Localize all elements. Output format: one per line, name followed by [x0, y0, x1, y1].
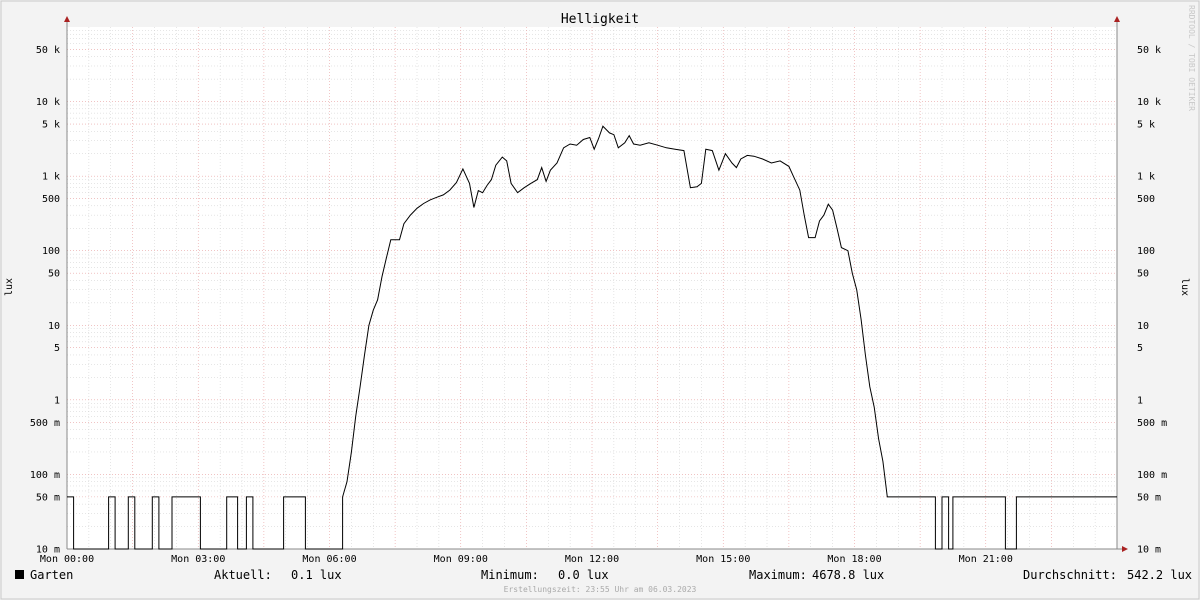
x-tick-label: Mon 15:00 [696, 554, 750, 565]
y-tick-label-left: 500 m [30, 418, 60, 429]
y-tick-label-left: 100 m [30, 470, 60, 481]
y-tick-label-right: 5 [1137, 343, 1143, 354]
y-tick-label-left: 50 m [36, 492, 60, 503]
legend-minimum-value: 0.0 lux [558, 568, 609, 582]
y-tick-label-left: 1 k [42, 172, 60, 183]
y-tick-label-right: 100 m [1137, 470, 1167, 481]
x-tick-label: Mon 21:00 [959, 554, 1013, 565]
y-axis-label-left: lux [4, 278, 15, 296]
watermark: RRDTOOL / TOBI OETIKER [1187, 5, 1196, 111]
y-tick-label-left: 10 [48, 321, 60, 332]
y-tick-label-right: 10 [1137, 321, 1149, 332]
legend-maximum-value: 4678.8 lux [812, 568, 884, 582]
x-tick-label: Mon 09:00 [434, 554, 488, 565]
y-tick-label-left: 1 [54, 395, 60, 406]
chart-title: Helligkeit [561, 12, 639, 27]
legend-aktuell-label: Aktuell: [214, 568, 272, 582]
y-tick-label-right: 5 k [1137, 120, 1155, 131]
y-tick-label-left: 10 k [36, 97, 60, 108]
chart-svg: 10 m 10 m50 m 50 m100 m 100 m500 m 500 m1 15 5… [0, 0, 1200, 600]
y-tick-label-right: 50 [1137, 269, 1149, 280]
y-tick-label-right: 50 m [1137, 492, 1161, 503]
footer-timestamp: Erstellungszeit: 23:55 Uhr am 06.03.2023 [504, 585, 697, 594]
legend-minimum-label: Minimum: [481, 568, 539, 582]
y-tick-label-right: 500 m [1137, 418, 1167, 429]
legend-series-name: Garten [30, 568, 73, 582]
x-axis-arrow [1122, 546, 1128, 552]
x-tick-label: Mon 03:00 [171, 554, 225, 565]
y-tick-label-left: 50 [48, 269, 60, 280]
y-tick-label-right: 100 [1137, 246, 1155, 257]
x-tick-label: Mon 00:00 [40, 554, 94, 565]
legend-maximum-label: Maximum: [749, 568, 807, 582]
y-tick-label-right: 1 [1137, 395, 1143, 406]
y-tick-label-left: 500 [42, 194, 60, 205]
legend: Garten Aktuell: 0.1 lux Minimum: 0.0 lux… [15, 568, 1192, 582]
y-axis-label-right: lux [1179, 278, 1190, 296]
y-tick-label-right: 10 m [1137, 545, 1161, 556]
y-tick-label-left: 50 k [36, 45, 60, 56]
legend-durchschnitt-value: 542.2 lux [1127, 568, 1192, 582]
legend-swatch [15, 570, 24, 579]
y-tick-label-right: 50 k [1137, 45, 1161, 56]
y-tick-label-left: 5 k [42, 120, 60, 131]
x-tick-label: Mon 06:00 [302, 554, 356, 565]
y-axis-arrow-left [64, 16, 70, 22]
chart-root: 10 m 10 m 50 m 50 m 100 m 100 m 500 m 500 m1155… [0, 0, 1200, 600]
y-tick-label-right: 1 k [1137, 172, 1155, 183]
y-tick-label-left: 5 [54, 343, 60, 354]
y-axis-arrow-right [1114, 16, 1120, 22]
y-tick-label-right: 10 k [1137, 97, 1161, 108]
y-tick-label-left: 100 [42, 246, 60, 257]
x-tick-label: Mon 18:00 [827, 554, 881, 565]
legend-aktuell-value: 0.1 lux [291, 568, 342, 582]
x-tick-label: Mon 12:00 [565, 554, 619, 565]
legend-durchschnitt-label: Durchschnitt: [1023, 568, 1117, 582]
y-tick-label-right: 500 [1137, 194, 1155, 205]
